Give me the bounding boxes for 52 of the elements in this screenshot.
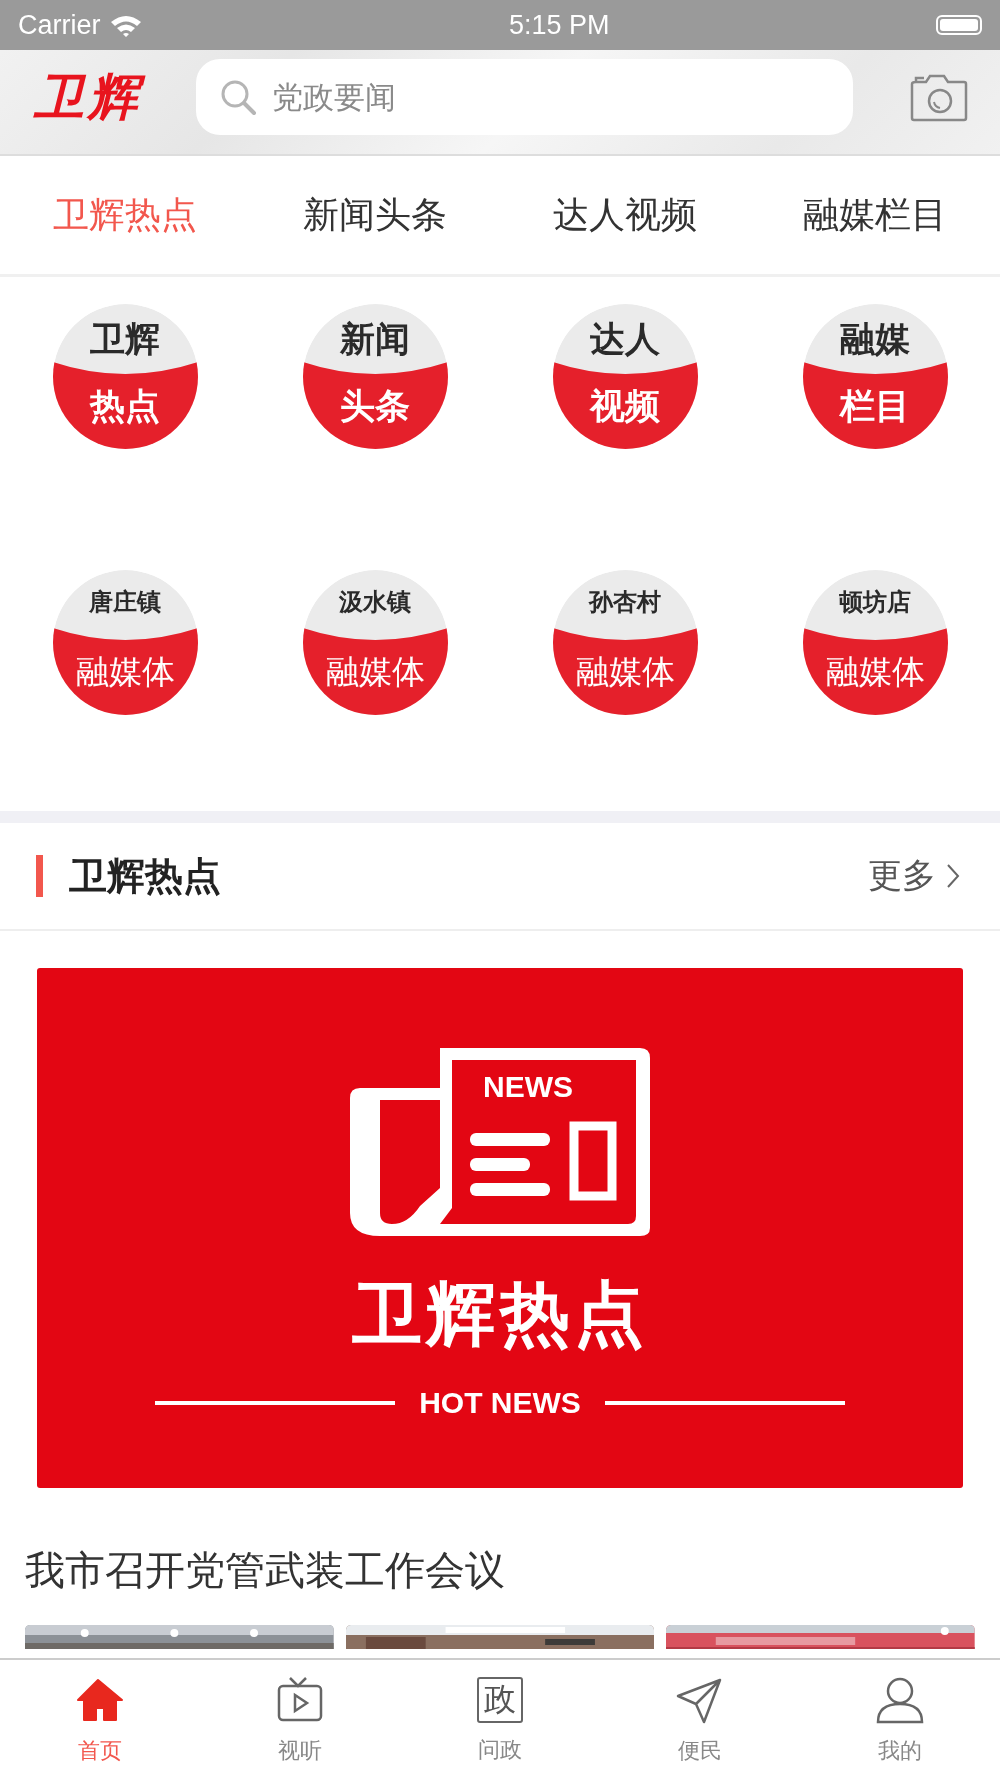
camera-icon[interactable] [910,72,968,122]
battery-icon [936,15,982,35]
tab[interactable]: 新闻头条 [250,156,500,274]
tab[interactable]: 融媒栏目 [750,156,1000,274]
tab[interactable]: 达人视频 [500,156,750,274]
channel-name: 汲水镇 [339,587,411,618]
banner-subtitle: HOT NEWS [419,1386,581,1420]
tv-icon [276,1676,324,1724]
news-label: NEWS [483,1070,573,1104]
channel-icon[interactable]: 新闻 头条 [302,304,448,449]
channel-name: 头条 [340,385,410,428]
channel-icon[interactable]: 孙杏村 融媒体 [552,570,698,715]
person-icon [876,1676,924,1724]
channel-icon[interactable]: 汲水镇 融媒体 [302,570,448,715]
nav-tab[interactable]: 视听 [200,1660,400,1778]
channel-name: 孙杏村 [589,587,661,618]
channel-name: 新闻 [340,318,410,361]
nav-tab[interactable]: 政 问政 [400,1660,600,1778]
section-title: 卫辉热点 [69,851,221,900]
nav-tab[interactable]: 便民 [600,1660,800,1778]
channel-name: 融媒体 [75,651,175,693]
newspaper-icon [350,1048,650,1236]
channel-icon[interactable]: 融媒 栏目 [802,304,948,449]
channel-name: 达人 [590,318,660,361]
paper-plane-icon [676,1676,724,1724]
channel-name: 唐庄镇 [89,587,161,618]
channel-icon[interactable]: 卫辉 热点 [52,304,198,449]
clock: 5:15 PM [508,9,610,41]
channel-name: 融媒体 [825,651,925,693]
channel-name: 融媒 [840,318,910,361]
channel-name: 顿坊店 [839,587,911,618]
channel-name: 融媒体 [325,651,425,693]
glyph-icon: 政 [477,1677,523,1723]
channel-name: 融媒体 [575,651,675,693]
more-link[interactable]: 更多 [868,853,960,899]
channel-icon[interactable]: 唐庄镇 融媒体 [52,570,198,715]
channel-name: 卫辉 [90,318,160,361]
search-field[interactable]: 党政要闻 [196,59,853,135]
accent-bar [36,855,43,897]
chevron-icon [946,863,960,889]
nav-tab[interactable]: 我的 [800,1660,1000,1778]
channel-name: 视频 [590,385,660,428]
banner-title: 卫辉热点 [352,1272,648,1357]
channel-name: 热点 [90,385,160,428]
logo: 卫辉 [34,63,154,131]
banner[interactable]: NEWS 卫辉热点 HOT NEWS [37,968,963,1488]
channel-icon[interactable]: 顿坊店 融媒体 [802,570,948,715]
channel-name: 栏目 [840,385,910,428]
channel-icon[interactable]: 达人 视频 [552,304,698,449]
carrier-label: Carrier [18,9,101,41]
article-title[interactable]: 我市召开党管武装工作会议 [25,1543,1000,1599]
house-icon [76,1676,124,1724]
